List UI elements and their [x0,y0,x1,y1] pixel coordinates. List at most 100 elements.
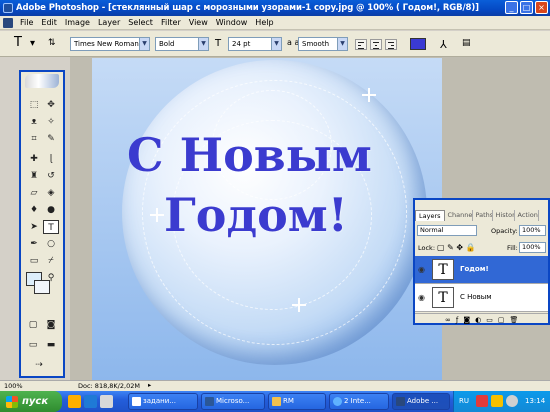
menu-view[interactable]: View [185,18,212,27]
quicklaunch-icon[interactable] [100,395,113,408]
tray-app-icon[interactable] [476,395,488,407]
type-tool-icon[interactable]: T [43,220,59,234]
align-right-button[interactable] [385,39,397,50]
text-line-2[interactable]: Годом! [164,188,348,242]
new-layer-icon[interactable]: ▢ [498,316,505,324]
taskbar-button[interactable]: RM [268,393,326,410]
paint-bucket-icon[interactable]: ◈ [43,186,59,200]
taskbar-button[interactable]: 2 Inte... [329,393,389,410]
dodge-tool-icon[interactable]: ● [43,203,59,217]
text-line-1[interactable]: С Новым [127,128,372,182]
zoom-level[interactable]: 100% [4,382,23,390]
jump-to-imageready-icon[interactable]: ⇢ [31,358,47,372]
document-canvas[interactable]: С Новым Годом! [92,58,442,380]
move-tool-icon[interactable]: ✥ [43,98,59,112]
align-left-button[interactable] [355,39,367,50]
taskbar-button[interactable]: Microso... [201,393,265,410]
blend-mode-select[interactable]: Normal [417,225,477,236]
menu-layer[interactable]: Layer [94,18,124,27]
type-tool-preset[interactable]: T [14,35,22,50]
healing-brush-icon[interactable]: ✚ [26,152,42,166]
fill-field[interactable]: 100% [519,242,546,253]
word-icon [205,397,214,406]
speaker-icon[interactable] [506,395,518,407]
path-select-icon[interactable]: ➤ [26,220,42,234]
document-size[interactable]: Doc: 818,8K/2,02M [78,382,140,390]
menu-edit[interactable]: Edit [37,18,61,27]
visibility-eye-icon[interactable]: ◉ [418,265,425,274]
visibility-eye-icon[interactable]: ◉ [418,293,425,302]
chevron-right-icon[interactable]: ▸ [148,381,151,389]
marquee-tool-icon[interactable]: ⬚ [26,98,42,112]
lasso-tool-icon[interactable]: ᴥ [26,115,42,129]
link-icon[interactable]: ∞ [445,316,451,324]
align-center-button[interactable] [370,39,382,50]
adjustment-layer-icon[interactable]: ◐ [475,316,481,324]
blur-tool-icon[interactable]: ♦ [26,203,42,217]
menu-filter[interactable]: Filter [157,18,185,27]
tab-layers[interactable]: Layers [415,210,445,221]
photoshop-icon [396,397,405,406]
opacity-field[interactable]: 100% [519,225,546,236]
tab-channels[interactable]: Channels [445,210,473,221]
notes-tool-icon[interactable]: ▭ [26,254,42,268]
slice-tool-icon[interactable]: ✎ [43,132,59,146]
sparkle [150,208,164,222]
standard-mode-icon[interactable]: ▢ [25,318,41,332]
shape-tool-icon[interactable]: ○ [43,237,59,251]
tray-app-icon[interactable] [491,395,503,407]
menu-image[interactable]: Image [61,18,94,27]
lock-icons[interactable]: ▢ ✎ ✥ 🔒 [437,243,476,252]
taskbar-button-label: 2 Inte... [344,397,371,405]
background-color-swatch[interactable] [34,280,50,294]
pen-tool-icon[interactable]: ✒ [26,237,42,251]
eraser-icon[interactable]: ▱ [26,186,42,200]
chevron-down-icon[interactable]: ▾ [30,38,35,49]
taskbar-button[interactable]: задани... [128,393,198,410]
layer-row[interactable]: ◉ T С Новым [415,284,548,312]
close-button[interactable]: × [535,1,548,14]
maximize-button[interactable]: □ [520,1,533,14]
clone-stamp-icon[interactable]: ♜ [26,169,42,183]
font-size-select[interactable]: 24 pt ▼ [228,37,282,51]
quicklaunch-icon[interactable] [84,395,97,408]
chevron-down-icon: ▼ [337,38,347,50]
clock[interactable]: 13:14 [525,397,545,405]
new-group-icon[interactable]: ▭ [486,316,493,324]
crop-tool-icon[interactable]: ⌗ [26,132,42,146]
menu-help[interactable]: Help [251,18,277,27]
layer-row[interactable]: ◉ T Годом! [415,256,548,284]
text-color-swatch[interactable] [410,38,426,50]
eyedropper-icon[interactable]: ⌿ [43,254,59,268]
font-style-select[interactable]: Bold ▼ [155,37,209,51]
layer-style-icon[interactable]: ƒ [456,316,458,324]
font-family-select[interactable]: Times New Roman ▼ [70,37,150,51]
warp-text-icon[interactable]: ⅄ [440,38,447,51]
toolbox: ⬚ ✥ ᴥ ✧ ⌗ ✎ ✚ ɭ ♜ ↺ ▱ ◈ ♦ ● ➤ T ✒ ○ ▭ ⌿ … [19,70,65,378]
menu-window[interactable]: Window [212,18,252,27]
taskbar-button-active[interactable]: Adobe ... [392,393,450,410]
quick-mask-icon[interactable]: ◙ [43,318,59,332]
minimize-button[interactable]: _ [505,1,518,14]
menu-select[interactable]: Select [124,18,157,27]
quicklaunch-icon[interactable] [68,395,81,408]
layers-panel: Layers Channels Paths History Actions No… [413,198,550,325]
tab-paths[interactable]: Paths [473,210,493,221]
menu-bar: File Edit Image Layer Select Filter View… [0,16,550,30]
language-indicator[interactable]: RU [459,397,469,405]
palettes-icon[interactable]: ▤ [462,38,471,48]
screen-mode-standard-icon[interactable]: ▭ [25,338,41,352]
text-orientation-icon[interactable]: ⇅ [48,38,56,48]
brush-tool-icon[interactable]: ɭ [43,152,59,166]
trash-icon[interactable]: 🗑 [509,316,518,324]
tab-actions[interactable]: Actions [515,210,539,221]
magic-wand-icon[interactable]: ✧ [43,115,59,129]
menu-file[interactable]: File [16,18,37,27]
tab-history[interactable]: History [493,210,515,221]
history-brush-icon[interactable]: ↺ [43,169,59,183]
mask-icon[interactable]: ◙ [463,316,470,324]
start-button[interactable]: пуск [0,391,62,412]
panel-tabs: Layers Channels Paths History Actions [415,210,548,221]
screen-mode-full-icon[interactable]: ▬ [43,338,59,352]
antialias-select[interactable]: Smooth ▼ [298,37,348,51]
